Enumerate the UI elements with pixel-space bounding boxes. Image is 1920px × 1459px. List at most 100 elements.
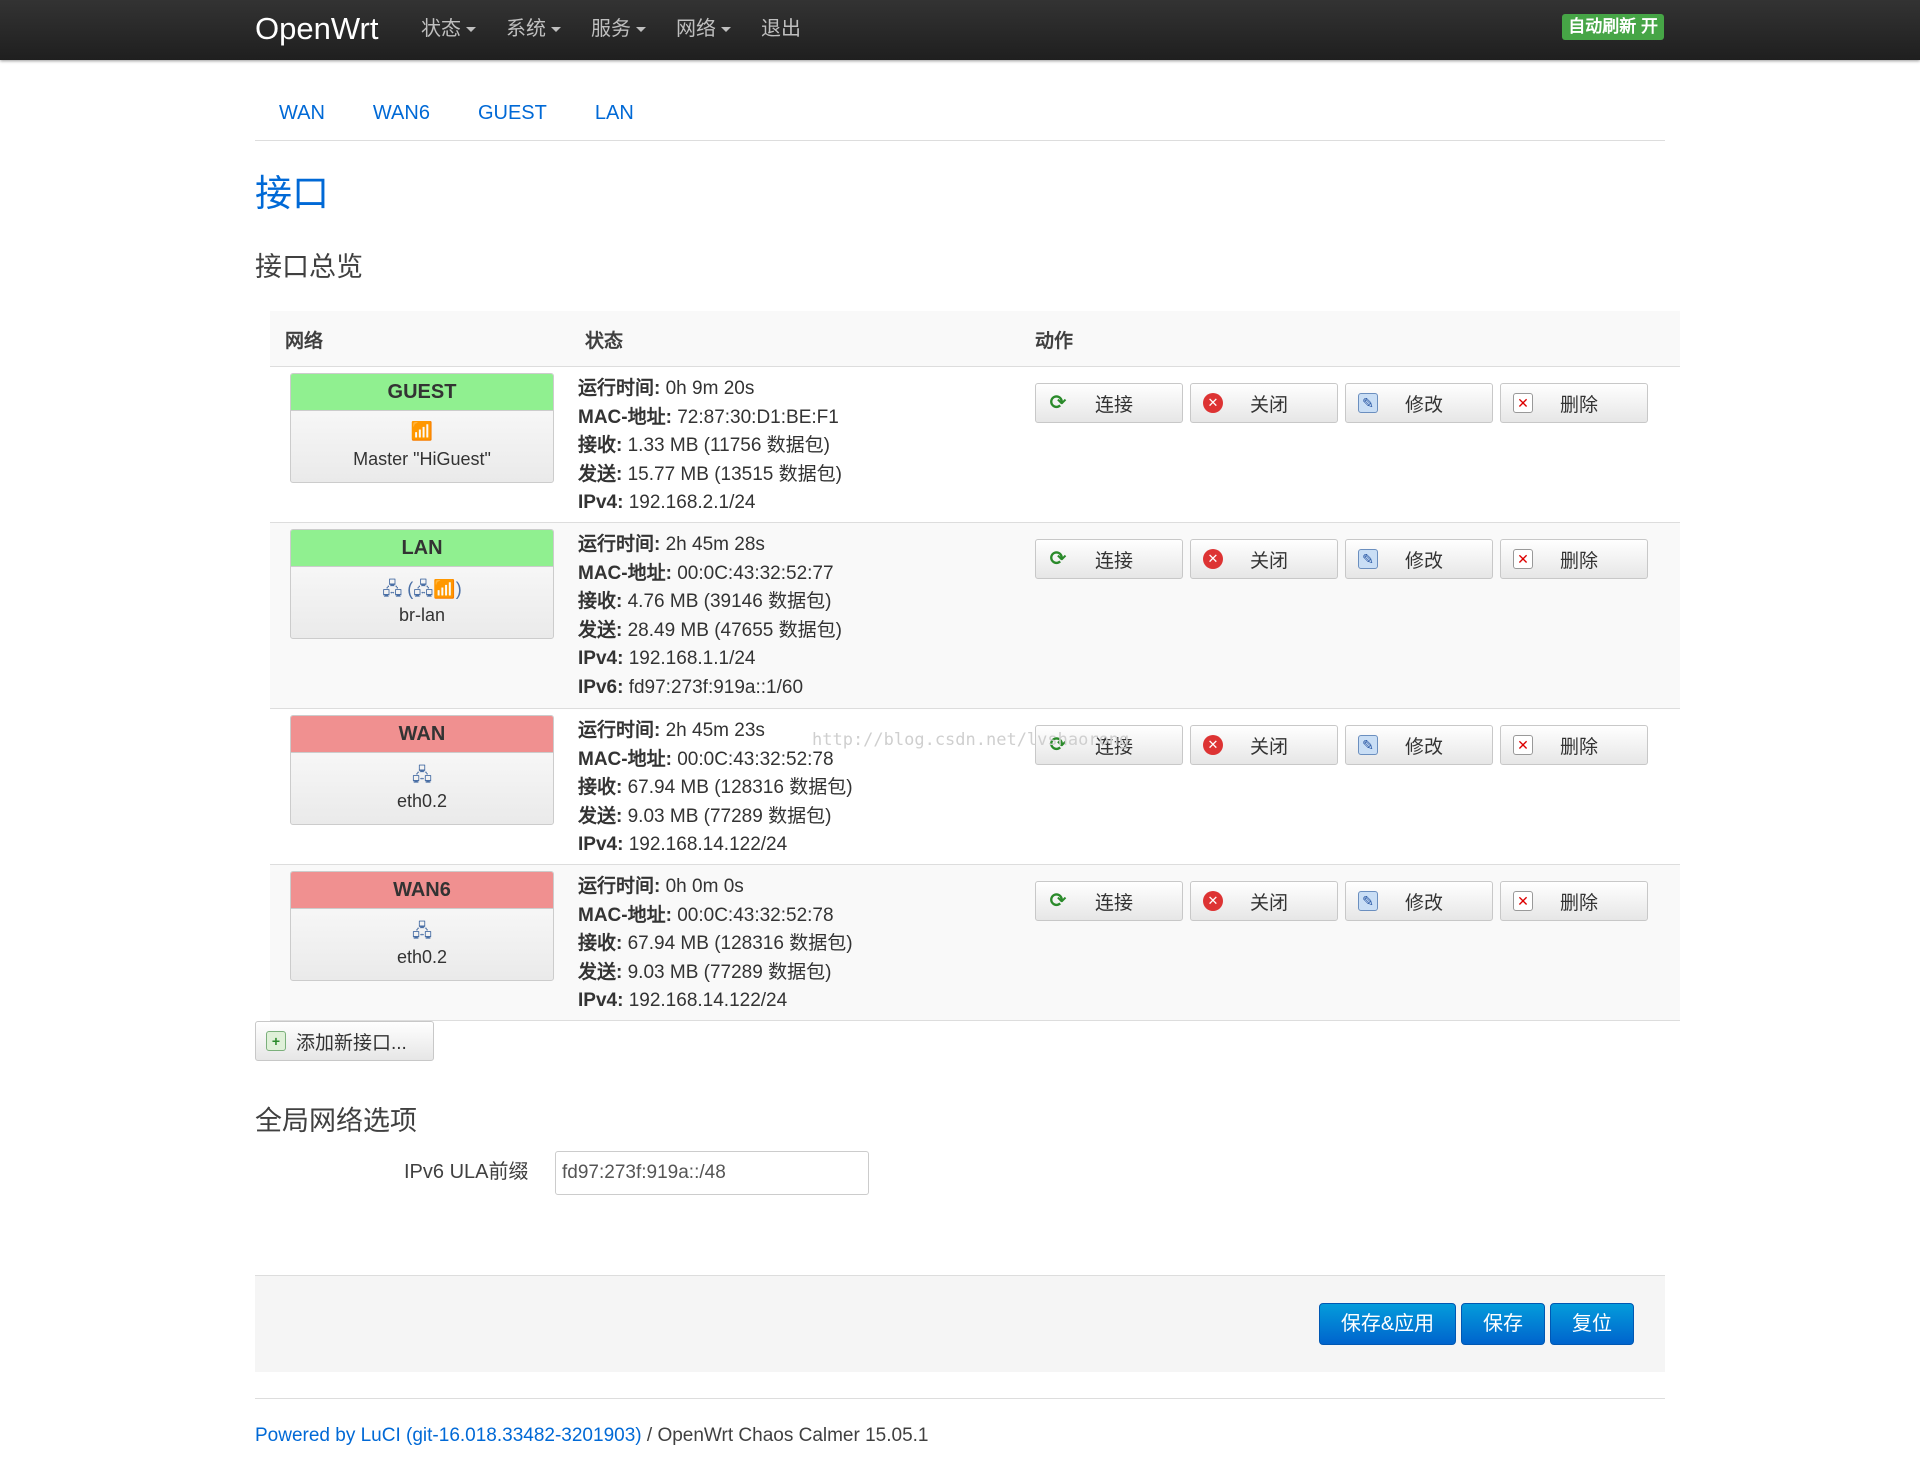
interface-device: Master "HiGuest" [353,449,491,469]
delete-icon: ✕ [1513,549,1533,569]
status-line: 接收: 67.94 MB (128316 数据包) [578,930,853,959]
connect-button[interactable]: ⟳ 连接 [1035,383,1183,423]
form-actions-bar: 保存&应用 保存 复位 [255,1275,1665,1372]
status-line: 运行时间: 2h 45m 28s [578,531,842,560]
status-key: 发送: [578,619,623,641]
luci-link[interactable]: Powered by LuCI (git-16.018.33482-320190… [255,1425,642,1446]
status-line: MAC-地址: 00:0C:43:32:52:77 [578,560,842,589]
status-key: 接收: [578,435,623,456]
caret-down-icon [636,27,646,33]
stop-button[interactable]: ✕ 关闭 [1190,725,1338,765]
status-key: 发送: [578,961,623,983]
edit-button[interactable]: ✎ 修改 [1345,725,1493,765]
status-line: 运行时间: 0h 0m 0s [578,873,853,902]
status-key: 运行时间: [578,534,661,555]
auto-refresh-toggle[interactable]: 自动刷新 开 [1562,14,1664,40]
status-key: 接收: [578,777,623,798]
nav-item-1[interactable]: 系统 [506,14,576,44]
status-line: 发送: 9.03 MB (77289 数据包) [578,959,853,988]
edit-label: 修改 [1404,736,1443,758]
reset-button[interactable]: 复位 [1550,1303,1634,1345]
delete-button[interactable]: ✕ 删除 [1500,725,1648,765]
page-title: 接口 [255,172,329,215]
status-value: 00:0C:43:32:52:78 [671,904,834,926]
footer: Powered by LuCI (git-16.018.33482-320190… [255,1424,929,1448]
interface-status: 运行时间: 2h 45m 28s MAC-地址: 00:0C:43:32:52:7… [578,531,842,702]
nav-item-0[interactable]: 状态 [421,14,491,44]
stop-button[interactable]: ✕ 关闭 [1190,539,1338,579]
connect-label: 连接 [1094,394,1133,416]
status-key: 运行时间: [578,876,661,897]
connect-button[interactable]: ⟳ 连接 [1035,881,1183,921]
status-line: IPv4: 192.168.1.1/24 [578,645,842,674]
delete-button[interactable]: ✕ 删除 [1500,881,1648,921]
status-line: 发送: 28.49 MB (47655 数据包) [578,617,842,646]
interface-device: br-lan [398,605,446,625]
tab-guest[interactable]: GUEST [454,88,571,138]
status-value: fd97:273f:919a::1/60 [623,676,804,698]
section-title-overview: 接口总览 [255,252,363,283]
tab-wan6[interactable]: WAN6 [349,88,454,138]
edit-button[interactable]: ✎ 修改 [1345,881,1493,921]
status-key: MAC-地址: [578,562,672,584]
header-actions: 动作 [1035,331,1074,352]
save-apply-button[interactable]: 保存&应用 [1319,1303,1456,1345]
status-value: 1.33 MB (11756 数据包) [622,435,831,456]
status-line: MAC-地址: 00:0C:43:32:52:78 [578,902,853,931]
footer-version: / OpenWrt Chaos Calmer 15.05.1 [641,1425,929,1446]
status-key: 发送: [578,463,623,485]
delete-button[interactable]: ✕ 删除 [1500,383,1648,423]
status-line: IPv4: 192.168.14.122/24 [578,987,853,1016]
header-status: 状态 [585,331,624,352]
nav-item-label: 服务 [591,18,631,40]
edit-button[interactable]: ✎ 修改 [1345,383,1493,423]
tab-lan[interactable]: LAN [571,88,658,138]
interface-badge: LAN 🖧 (🖧📶) br-lan [290,529,554,639]
status-line: IPv4: 192.168.2.1/24 [578,489,842,518]
status-value: 72:87:30:D1:BE:F1 [671,406,839,428]
edit-label: 修改 [1404,550,1443,572]
ethernet-icon: 🖧 [411,921,433,941]
stop-icon: ✕ [1203,549,1223,569]
edit-icon: ✎ [1358,549,1378,569]
section-title-global: 全局网络选项 [255,1106,417,1137]
interface-device: eth0.2 [396,791,448,811]
nav-item-3[interactable]: 网络 [676,14,746,44]
delete-label: 删除 [1559,394,1598,416]
delete-label: 删除 [1559,550,1598,572]
add-interface-button[interactable]: + 添加新接口... [255,1021,434,1061]
delete-button[interactable]: ✕ 删除 [1500,539,1648,579]
status-key: 接收: [578,933,623,954]
interface-status: 运行时间: 0h 0m 0s MAC-地址: 00:0C:43:32:52:78 接… [578,873,853,1016]
table-row: WAN6 🖧 eth0.2 运行时间: 0h 0m 0s MAC-地址: 00:0C:4… [270,865,1680,1021]
nav-item-label: 系统 [506,18,546,40]
interface-badge: WAN 🖧 eth0.2 [290,715,554,825]
status-key: 运行时间: [578,720,661,741]
watermark: http://blog.csdn.net/lvshaorong [812,730,1130,750]
stop-label: 关闭 [1249,892,1288,914]
caret-down-icon [551,27,561,33]
ula-prefix-input[interactable] [555,1151,869,1195]
stop-icon: ✕ [1203,891,1223,911]
nav-item-2[interactable]: 服务 [591,14,661,44]
nav-item-label: 状态 [421,18,461,40]
brand-logo[interactable]: OpenWrt [255,8,378,50]
edit-button[interactable]: ✎ 修改 [1345,539,1493,579]
bridge-icon: 🖧 (🖧📶) [382,579,462,599]
stop-button[interactable]: ✕ 关闭 [1190,383,1338,423]
stop-button[interactable]: ✕ 关闭 [1190,881,1338,921]
footer-divider [255,1398,1665,1399]
status-key: MAC-地址: [578,406,672,428]
connect-button[interactable]: ⟳ 连接 [1035,539,1183,579]
delete-label: 删除 [1559,736,1598,758]
nav-item-4[interactable]: 退出 [761,14,816,44]
nav-item-label: 网络 [676,18,716,40]
status-value: 9.03 MB (77289 数据包) [622,961,832,983]
status-value: 0h 0m 0s [660,876,744,897]
status-line: IPv4: 192.168.14.122/24 [578,831,853,860]
table-row: LAN 🖧 (🖧📶) br-lan 运行时间: 2h 45m 28s MAC-地址: 0… [270,523,1680,709]
delete-icon: ✕ [1513,735,1533,755]
status-key: 接收: [578,591,623,612]
save-button[interactable]: 保存 [1461,1303,1545,1345]
tab-wan[interactable]: WAN [255,88,349,138]
